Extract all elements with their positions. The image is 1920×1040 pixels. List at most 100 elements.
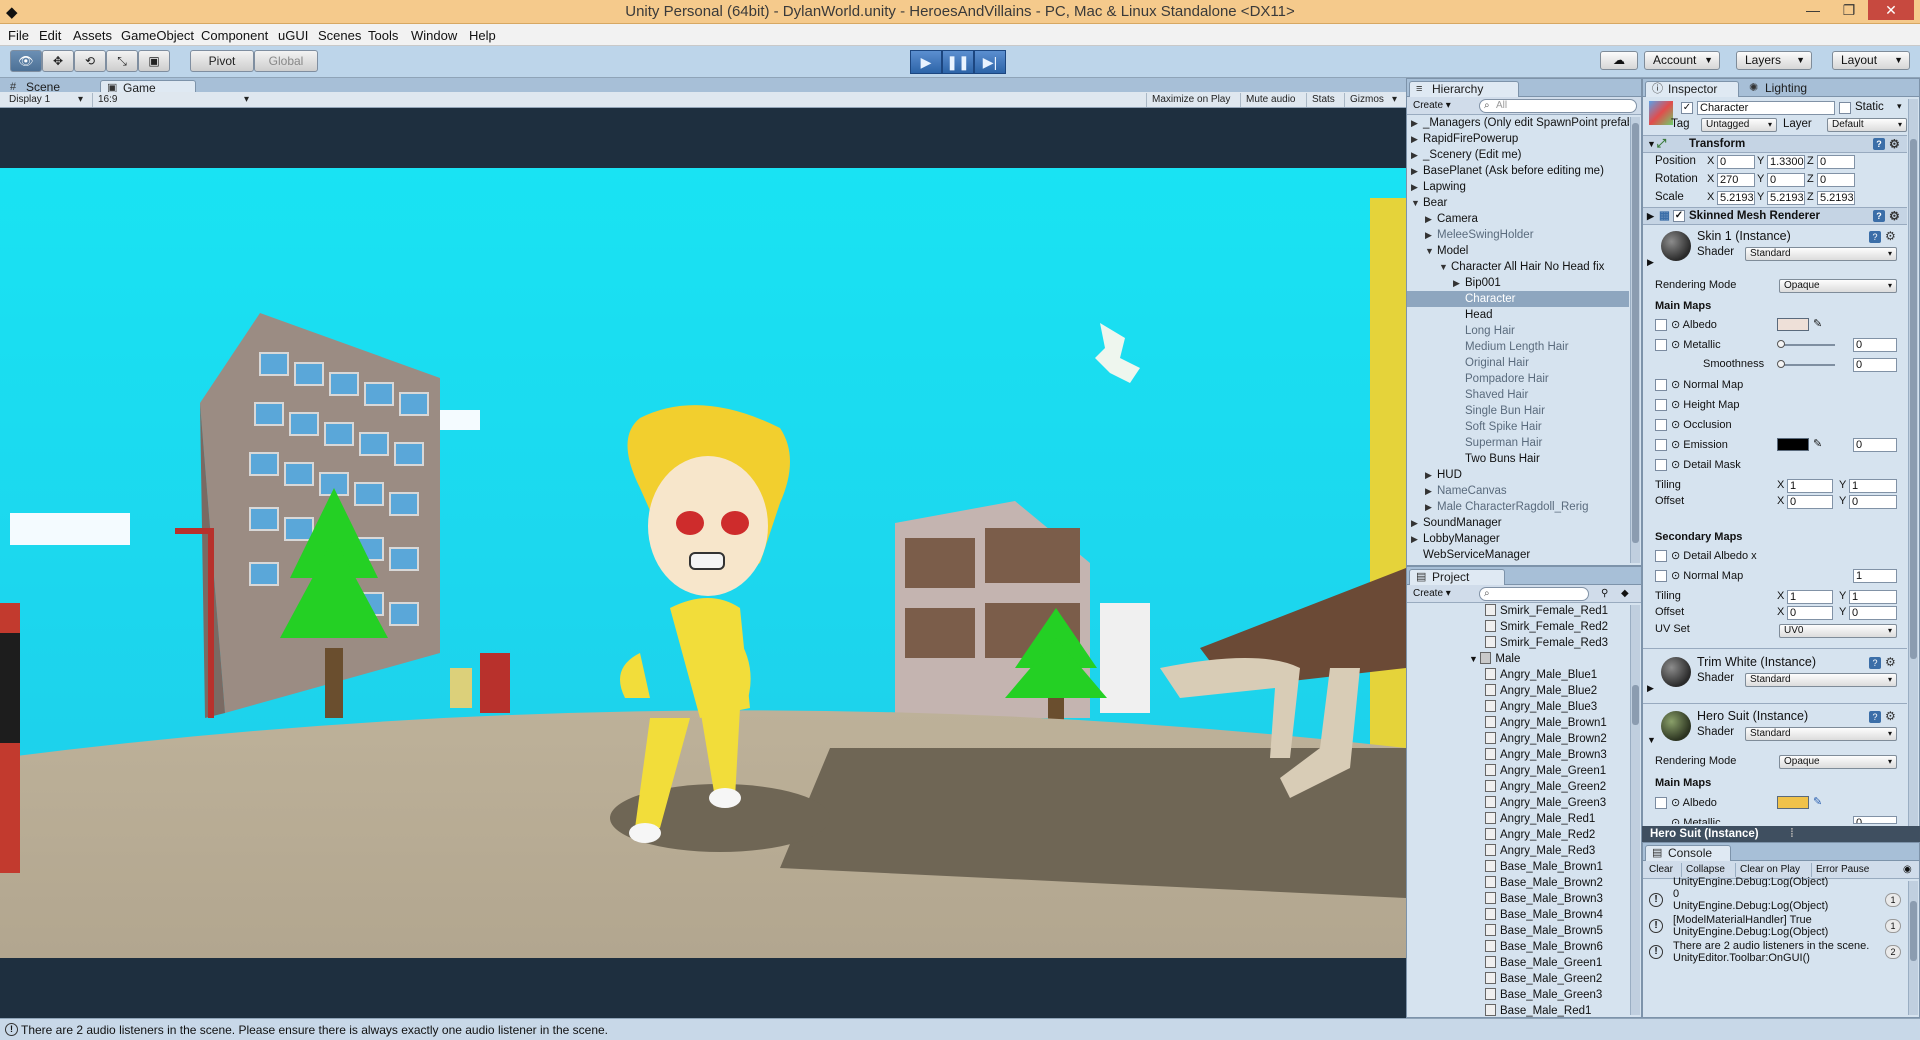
hierarchy-row[interactable]: ▼ Model	[1407, 243, 1629, 259]
tab-inspector[interactable]: ⓘ Inspector	[1645, 81, 1739, 97]
filter-type-icon[interactable]: ⚲	[1597, 587, 1612, 601]
rendering-mode-dropdown-herosuit[interactable]: Opaque ▾	[1779, 755, 1897, 769]
project-asset[interactable]: Base_Male_Green1	[1407, 955, 1629, 971]
hierarchy-row[interactable]: ▶ Bip001	[1407, 275, 1629, 291]
project-asset[interactable]: Angry_Male_Blue3	[1407, 699, 1629, 715]
aspect-dropdown[interactable]: 16:9 ▾	[92, 93, 252, 107]
gear-icon[interactable]: ⚙	[1885, 655, 1896, 669]
project-asset[interactable]: Angry_Male_Green1	[1407, 763, 1629, 779]
albedo-texture-slot[interactable]	[1655, 319, 1667, 331]
menu-assets[interactable]: Assets	[73, 28, 112, 43]
object-name-field[interactable]: Character	[1697, 101, 1835, 115]
emission-color-swatch[interactable]	[1777, 438, 1809, 451]
offset-y-field[interactable]: 0	[1849, 495, 1897, 509]
chevron-right-icon[interactable]: ▶	[1425, 483, 1437, 499]
project-asset[interactable]: Smirk_Female_Red2	[1407, 619, 1629, 635]
gear-icon[interactable]: ⚙	[1885, 229, 1896, 243]
normal-map-slot[interactable]	[1655, 379, 1667, 391]
console-collapse-button[interactable]: Collapse	[1681, 863, 1729, 877]
skinned-mesh-renderer-header[interactable]: ▶ ▦ ✓ Skinned Mesh Renderer ? ⚙	[1643, 207, 1907, 225]
hierarchy-row[interactable]: Superman Hair	[1407, 435, 1629, 451]
chevron-right-icon[interactable]: ▶	[1453, 275, 1465, 291]
project-asset[interactable]: Angry_Male_Red1	[1407, 811, 1629, 827]
smoothness-slider-knob[interactable]	[1777, 360, 1785, 368]
project-asset[interactable]: Angry_Male_Brown3	[1407, 747, 1629, 763]
hierarchy-row[interactable]: ▼ Bear	[1407, 195, 1629, 211]
pause-button[interactable]: ❚❚	[942, 50, 974, 74]
hierarchy-row[interactable]: Long Hair	[1407, 323, 1629, 339]
hierarchy-row[interactable]: Original Hair	[1407, 355, 1629, 371]
hierarchy-row[interactable]: ▶ BasePlanet (Ask before editing me)	[1407, 163, 1629, 179]
z-axis-label[interactable]: Z	[1807, 155, 1814, 167]
project-asset[interactable]: Base_Male_Brown3	[1407, 891, 1629, 907]
account-dropdown[interactable]: Account ▼	[1644, 51, 1720, 70]
occlusion-slot[interactable]	[1655, 419, 1667, 431]
detail-albedo-slot[interactable]	[1655, 550, 1667, 562]
albedo-color-swatch[interactable]	[1777, 318, 1809, 331]
hierarchy-row[interactable]: ▶ NameCanvas	[1407, 483, 1629, 499]
hierarchy-row[interactable]: ▶ _Scenery (Edit me)	[1407, 147, 1629, 163]
chevron-down-icon[interactable]: ▼	[1425, 243, 1437, 259]
project-asset[interactable]: Smirk_Female_Red1	[1407, 603, 1629, 619]
x-axis-label[interactable]: X	[1707, 191, 1714, 203]
menu-component[interactable]: Component	[201, 28, 268, 43]
move-tool-button[interactable]: ✥	[42, 50, 74, 72]
chevron-right-icon[interactable]: ▶	[1411, 147, 1423, 163]
offset2-y-field[interactable]: 0	[1849, 606, 1897, 620]
menu-edit[interactable]: Edit	[39, 28, 61, 43]
smoothness-slider-track[interactable]	[1779, 364, 1835, 366]
maximize-on-play-toggle[interactable]: Maximize on Play	[1146, 93, 1235, 107]
hierarchy-scrollbar[interactable]	[1630, 117, 1640, 563]
hierarchy-row[interactable]: ▶ SoundManager	[1407, 515, 1629, 531]
cloud-button[interactable]: ☁	[1600, 51, 1638, 70]
height-map-slot[interactable]	[1655, 399, 1667, 411]
hierarchy-row[interactable]: Head	[1407, 307, 1629, 323]
rotation-z-field[interactable]: 0	[1817, 173, 1855, 187]
project-scroll-thumb[interactable]	[1632, 685, 1639, 725]
project-asset[interactable]: Base_Male_Brown1	[1407, 859, 1629, 875]
project-asset[interactable]: Angry_Male_Blue1	[1407, 667, 1629, 683]
project-create-button[interactable]: Create ▾	[1409, 587, 1457, 601]
albedo-texture-slot[interactable]	[1655, 797, 1667, 809]
shader-dropdown-trim[interactable]: Standard ▾	[1745, 673, 1897, 687]
scale-x-field[interactable]: 5.2193	[1717, 191, 1755, 205]
z-axis-label[interactable]: Z	[1807, 191, 1814, 203]
material-preview-bar[interactable]: Hero Suit (Instance) ⁞	[1642, 826, 1920, 842]
help-book-icon[interactable]: ?	[1869, 657, 1881, 669]
chevron-right-icon[interactable]: ▶	[1647, 683, 1654, 694]
help-book-icon[interactable]: ?	[1873, 210, 1885, 222]
hierarchy-row[interactable]: ▶ Lapwing	[1407, 179, 1629, 195]
close-button[interactable]: ✕	[1868, 0, 1914, 20]
hierarchy-row[interactable]: ▶ RapidFirePowerup	[1407, 131, 1629, 147]
console-log-entry[interactable]: ! 0 UnityEngine.Debug:Log(Object) 1	[1643, 887, 1905, 913]
mute-audio-toggle[interactable]: Mute audio	[1240, 93, 1300, 107]
tab-lighting[interactable]: ✺ Lighting	[1743, 81, 1833, 97]
project-asset[interactable]: Angry_Male_Red3	[1407, 843, 1629, 859]
offset-x-field[interactable]: 0	[1787, 495, 1833, 509]
z-axis-label[interactable]: Z	[1807, 173, 1814, 185]
rect-tool-button[interactable]: ▣	[138, 50, 170, 72]
project-asset[interactable]: Base_Male_Brown6	[1407, 939, 1629, 955]
layout-dropdown[interactable]: Layout ▼	[1832, 51, 1910, 70]
console-log-entry[interactable]: ! There are 2 audio listeners in the scen…	[1643, 939, 1905, 965]
active-checkbox[interactable]: ✓	[1681, 102, 1693, 114]
inspector-scroll-thumb[interactable]	[1910, 139, 1917, 659]
hierarchy-row[interactable]: Soft Spike Hair	[1407, 419, 1629, 435]
chevron-right-icon[interactable]: ▶	[1425, 227, 1437, 243]
gear-icon[interactable]: ⚙	[1889, 136, 1900, 153]
metallic-slider-knob[interactable]	[1777, 340, 1785, 348]
uv-set-dropdown[interactable]: UV0 ▾	[1779, 624, 1897, 638]
hierarchy-row[interactable]: Single Bun Hair	[1407, 403, 1629, 419]
metallic-value-field[interactable]: 0	[1853, 338, 1897, 352]
hierarchy-row[interactable]: Two Buns Hair	[1407, 451, 1629, 467]
tab-console[interactable]: ▤ Console	[1645, 845, 1731, 861]
hierarchy-row[interactable]: WebServiceManager	[1407, 547, 1629, 563]
console-scrollbar[interactable]	[1908, 881, 1918, 1015]
hierarchy-row[interactable]: ▼ Character All Hair No Head fix	[1407, 259, 1629, 275]
tiling-x-field[interactable]: 1	[1787, 479, 1833, 493]
chevron-right-icon[interactable]: ▶	[1411, 163, 1423, 179]
x-axis-label[interactable]: X	[1707, 155, 1714, 167]
smr-enabled-checkbox[interactable]: ✓	[1673, 210, 1685, 222]
hierarchy-row[interactable]: ▶ Camera	[1407, 211, 1629, 227]
rendering-mode-dropdown[interactable]: Opaque ▾	[1779, 279, 1897, 293]
